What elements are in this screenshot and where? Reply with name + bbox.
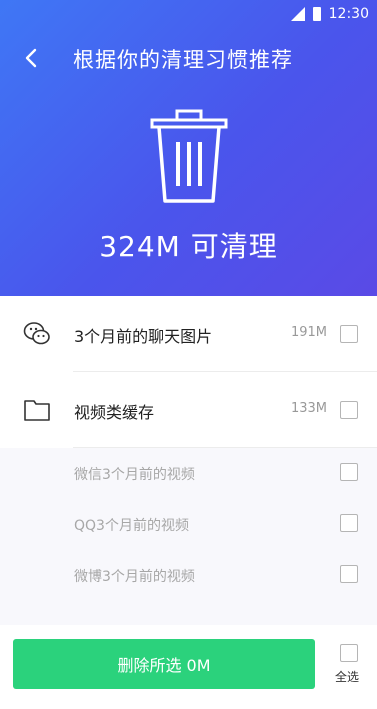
select-all[interactable]: 全选 [335,644,362,685]
select-all-checkbox[interactable] [340,644,358,662]
sub-item-checkbox[interactable] [340,565,358,583]
item-label: 3个月前的聊天图片 [74,327,213,346]
select-all-label: 全选 [334,670,359,684]
folder-icon [24,400,50,421]
list-item[interactable]: 3个月前的聊天图片 191M [0,296,377,372]
sub-list-item[interactable]: 微信3个月前的视频 [0,448,377,499]
item-size: 133M [290,401,327,416]
wechat-icon [23,322,50,345]
status-bar: 12:30 [290,0,377,28]
back-button[interactable] [22,45,40,71]
item-label: 视频类缓存 [74,403,155,422]
signal-icon [290,7,305,21]
header: 12:30 根据你的清理习惯推荐 324M 可清理 [0,0,377,296]
sub-item-label: 微博3个月前的视频 [74,569,195,585]
item-size: 191M [290,325,327,340]
item-checkbox[interactable] [340,325,358,343]
sub-item-label: QQ3个月前的视频 [74,518,189,534]
sub-list-item[interactable]: 微博3个月前的视频 [0,550,377,601]
trash-icon [150,109,228,203]
status-time: 12:30 [328,6,369,22]
battery-icon [312,7,321,21]
delete-selected-button[interactable]: 删除所选 0M [13,639,315,689]
cleanable-summary: 324M 可清理 [99,230,278,263]
bottom-bar: 删除所选 0M 全选 [0,625,377,709]
item-checkbox[interactable] [340,401,358,419]
list-item[interactable]: 视频类缓存 133M [0,372,377,448]
chevron-left-icon [25,48,37,68]
page-title: 根据你的清理习惯推荐 [73,48,293,72]
sub-item-checkbox[interactable] [340,514,358,532]
sub-item-checkbox[interactable] [340,463,358,481]
sub-list-item[interactable]: QQ3个月前的视频 [0,499,377,550]
sub-item-label: 微信3个月前的视频 [74,467,195,483]
